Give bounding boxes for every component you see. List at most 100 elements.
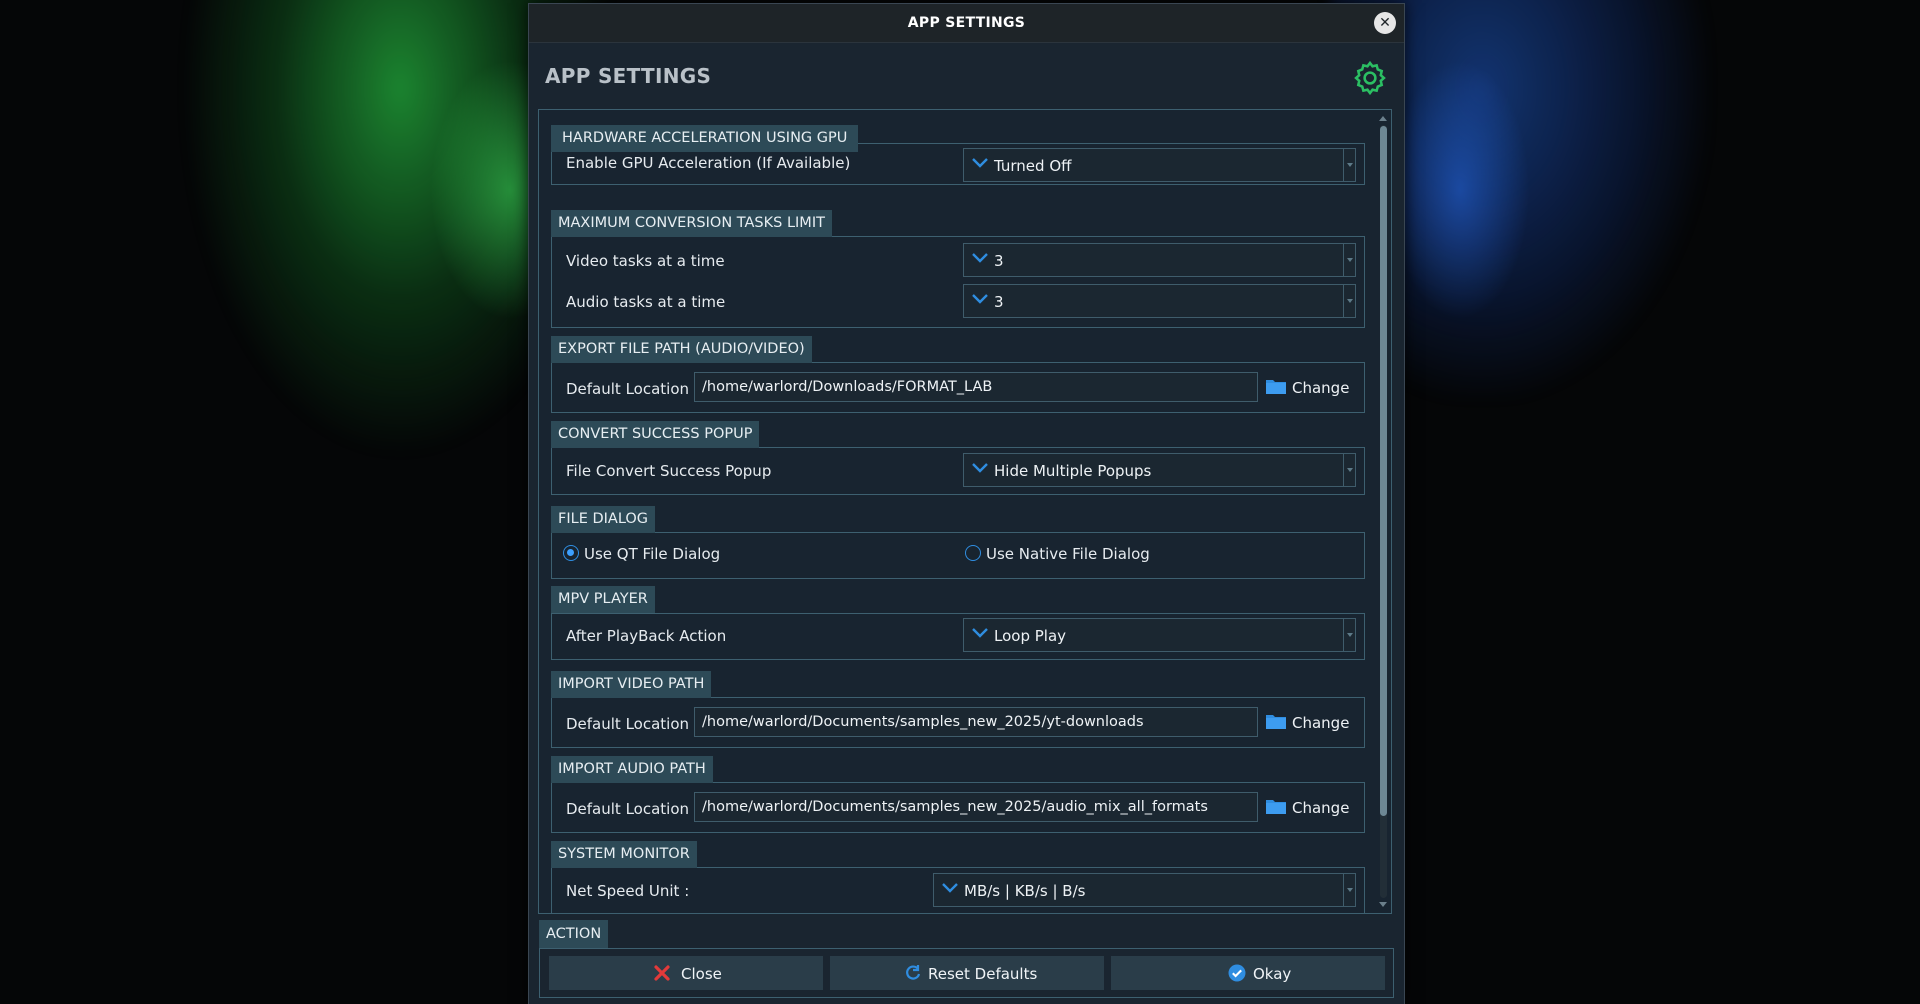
refresh-icon [906,965,921,980]
export-location-label: Default Location [566,380,690,398]
import-video-change-button[interactable]: Change [1265,707,1349,737]
vertical-scrollbar[interactable] [1379,116,1388,907]
video-tasks-select[interactable]: 3 [963,243,1356,277]
video-tasks-value: 3 [994,252,1004,270]
folder-icon [1266,380,1286,394]
dropdown-arrow-icon [1343,619,1355,651]
check-circle-icon [1228,964,1246,982]
scroll-up-arrow-icon[interactable] [1379,116,1387,121]
chevron-down-icon [972,628,988,638]
mpv-row: After PlayBack Action Loop Play [551,618,1365,654]
close-icon [654,965,670,981]
import-video-label: Default Location [566,715,690,733]
radio-unselected-icon [965,545,981,561]
gpu-select-value: Turned Off [994,157,1072,175]
gear-icon [1354,60,1386,96]
chevron-down-icon [972,294,988,304]
reset-defaults-label: Reset Defaults [928,965,1038,983]
video-tasks-label: Video tasks at a time [566,252,725,270]
radio-selected-icon [563,545,579,561]
window-close-button[interactable]: ✕ [1374,12,1396,34]
import-audio-change-button[interactable]: Change [1265,792,1349,822]
mpv-label: After PlayBack Action [566,627,727,645]
section-title-export: EXPORT FILE PATH (AUDIO/VIDEO) [551,336,812,363]
import-audio-label: Default Location [566,800,690,818]
section-system-monitor: SYSTEM MONITOR Net Speed Unit : MB/s | K… [551,841,1365,913]
chevron-down-icon [972,253,988,263]
file-dialog-row: Use QT File Dialog Use Native File Dialo… [551,532,1365,568]
section-import-audio: IMPORT AUDIO PATH Default Location /home… [551,756,1365,833]
export-row: Default Location /home/warlord/Downloads… [551,371,1365,407]
mpv-select[interactable]: Loop Play [963,618,1356,652]
okay-button-label: Okay [1253,965,1292,983]
scrollbar-thumb[interactable] [1380,126,1387,816]
section-title-system-monitor: SYSTEM MONITOR [551,841,697,868]
section-title-import-video: IMPORT VIDEO PATH [551,671,712,698]
audio-tasks-row: Audio tasks at a time 3 [551,284,1365,320]
close-button[interactable]: Close [549,956,823,990]
audio-tasks-select[interactable]: 3 [963,284,1356,318]
net-speed-select[interactable]: MB/s | KB/s | B/s [933,873,1356,907]
export-path-field[interactable]: /home/warlord/Downloads/FORMAT_LAB [694,372,1258,402]
section-popup: CONVERT SUCCESS POPUP File Convert Succe… [551,421,1365,495]
import-audio-path-value: /home/warlord/Documents/samples_new_2025… [702,799,1208,815]
settings-scroll-panel[interactable]: HARDWARE ACCELERATION USING GPU Enable G… [538,109,1392,914]
title-bar: APP SETTINGS ✕ [529,4,1404,43]
section-gpu: HARDWARE ACCELERATION USING GPU Enable G… [551,125,1365,185]
okay-button[interactable]: Okay [1111,956,1385,990]
net-speed-label: Net Speed Unit : [566,882,690,900]
section-title-tasks: MAXIMUM CONVERSION TASKS LIMIT [551,210,832,237]
import-video-path-field[interactable]: /home/warlord/Documents/samples_new_2025… [694,707,1258,737]
chevron-down-icon [972,158,988,168]
import-audio-change-label: Change [1292,799,1350,817]
section-export: EXPORT FILE PATH (AUDIO/VIDEO) Default L… [551,336,1365,413]
popup-select-value: Hide Multiple Popups [994,462,1152,480]
popup-label: File Convert Success Popup [566,462,772,480]
gpu-row: Enable GPU Acceleration (If Available) T… [551,145,1365,182]
import-video-row: Default Location /home/warlord/Documents… [551,706,1365,742]
close-button-label: Close [681,965,722,983]
section-title-popup: CONVERT SUCCESS POPUP [551,421,760,448]
folder-icon [1266,715,1286,729]
popup-row: File Convert Success Popup Hide Multiple… [551,453,1365,489]
gpu-select[interactable]: Turned Off [963,148,1356,182]
section-mpv: MPV PLAYER After PlayBack Action Loop Pl… [551,586,1365,660]
gpu-label: Enable GPU Acceleration (If Available) [566,154,851,172]
window-title: APP SETTINGS [907,15,1026,31]
chevron-down-icon [972,463,988,473]
dropdown-arrow-icon [1343,874,1355,906]
action-bar: Close Reset Defaults Okay [539,948,1394,998]
section-file-dialog: FILE DIALOG Use QT File Dialog Use Nativ… [551,506,1365,579]
radio-native-label: Use Native File Dialog [986,545,1150,563]
dropdown-arrow-icon [1343,454,1355,486]
import-audio-path-field[interactable]: /home/warlord/Documents/samples_new_2025… [694,792,1258,822]
audio-tasks-label: Audio tasks at a time [566,293,726,311]
radio-qt-label: Use QT File Dialog [584,545,721,563]
dropdown-arrow-icon [1343,149,1355,181]
import-video-path-value: /home/warlord/Documents/samples_new_2025… [702,714,1144,730]
section-import-video: IMPORT VIDEO PATH Default Location /home… [551,671,1365,748]
mpv-select-value: Loop Play [994,627,1067,645]
audio-tasks-value: 3 [994,293,1004,311]
import-audio-row: Default Location /home/warlord/Documents… [551,791,1365,827]
dropdown-arrow-icon [1343,244,1355,276]
settings-window: APP SETTINGS ✕ APP SETTINGS HARDWARE ACC… [528,3,1405,1004]
export-change-label: Change [1292,379,1350,397]
folder-icon [1266,800,1286,814]
scroll-down-arrow-icon[interactable] [1379,902,1387,907]
popup-select[interactable]: Hide Multiple Popups [963,453,1356,487]
export-change-button[interactable]: Change [1265,372,1349,402]
video-tasks-row: Video tasks at a time 3 [551,243,1365,279]
chevron-down-icon [942,883,958,893]
section-title-mpv: MPV PLAYER [551,586,655,613]
dropdown-arrow-icon [1343,285,1355,317]
net-speed-row: Net Speed Unit : MB/s | KB/s | B/s [551,873,1365,909]
section-title-action: ACTION [539,920,609,948]
page-title: APP SETTINGS [545,64,712,88]
import-video-change-label: Change [1292,714,1350,732]
net-speed-select-value: MB/s | KB/s | B/s [964,882,1086,900]
section-tasks: MAXIMUM CONVERSION TASKS LIMIT Video tas… [551,210,1365,328]
section-title-file-dialog: FILE DIALOG [551,506,656,533]
reset-defaults-button[interactable]: Reset Defaults [830,956,1104,990]
section-title-import-audio: IMPORT AUDIO PATH [551,756,713,783]
